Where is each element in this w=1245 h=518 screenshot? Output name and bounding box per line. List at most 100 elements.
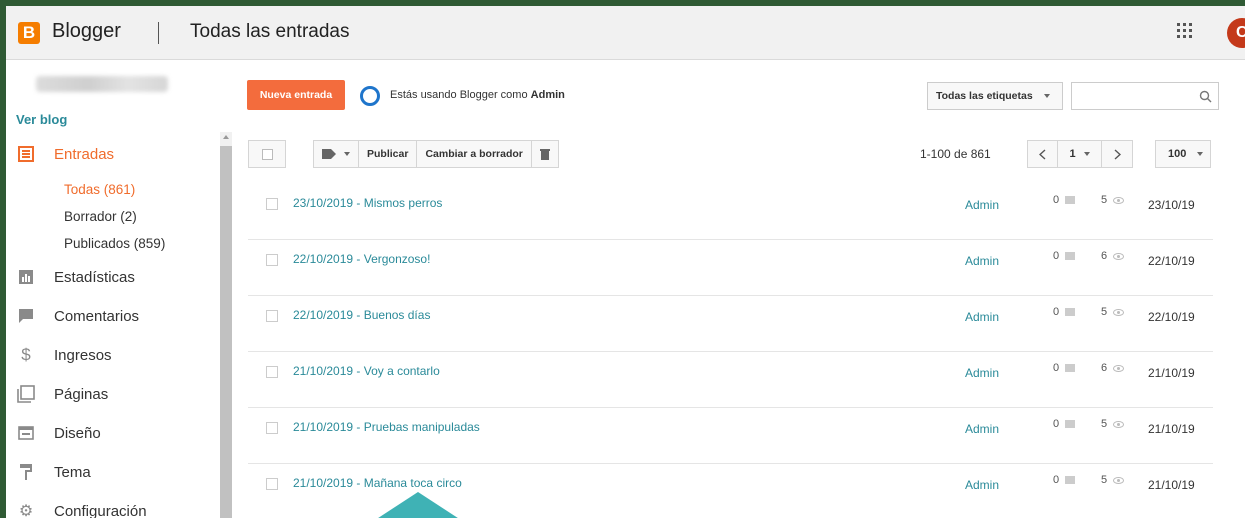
- comment-count: 0: [1053, 250, 1076, 262]
- sidebar-item-layout[interactable]: Diseño: [16, 421, 216, 445]
- post-title-link[interactable]: 22/10/2019 - Buenos días: [293, 308, 430, 322]
- trash-icon: [539, 149, 550, 160]
- publish-button[interactable]: Publicar: [359, 141, 418, 167]
- checkbox-box: [262, 149, 273, 160]
- blogger-logo-icon[interactable]: B: [18, 22, 40, 44]
- post-title-link[interactable]: 21/10/2019 - Mañana toca circo: [293, 476, 462, 490]
- row-checkbox[interactable]: [266, 422, 278, 434]
- tag-icon: [322, 149, 336, 159]
- post-author-link[interactable]: Admin: [965, 310, 999, 324]
- view-count-value: 5: [1101, 474, 1108, 486]
- eye-icon: [1113, 420, 1125, 428]
- sidebar-item-pages[interactable]: Páginas: [16, 382, 216, 406]
- post-title-link[interactable]: 21/10/2019 - Pruebas manipuladas: [293, 420, 480, 434]
- labels-filter-dropdown[interactable]: Todas las etiquetas: [927, 82, 1063, 110]
- post-title-link[interactable]: 21/10/2019 - Voy a contarlo: [293, 364, 440, 378]
- labels-filter-label: Todas las etiquetas: [936, 90, 1033, 102]
- next-page-button[interactable]: [1102, 141, 1132, 167]
- sidebar-subitem-all[interactable]: Todas (861): [64, 182, 135, 197]
- sidebar-item-earnings[interactable]: $ Ingresos: [16, 343, 216, 367]
- post-author-link[interactable]: Admin: [965, 366, 999, 380]
- admin-note-text: Estás usando Blogger como: [390, 89, 528, 101]
- chevron-down-icon: [1043, 94, 1050, 99]
- search-icon[interactable]: [1199, 90, 1212, 103]
- post-author-link[interactable]: Admin: [965, 422, 999, 436]
- view-count-value: 6: [1101, 250, 1108, 262]
- stats-icon: [16, 268, 36, 286]
- row-checkbox[interactable]: [266, 478, 278, 490]
- sidebar-subitem-published[interactable]: Publicados (859): [64, 236, 165, 251]
- pagination-control: 1: [1027, 140, 1133, 168]
- per-page-value: 100: [1168, 148, 1187, 160]
- post-date: 21/10/19: [1148, 422, 1195, 436]
- sidebar-item-label: Tema: [54, 463, 91, 481]
- post-author-link[interactable]: Admin: [965, 254, 999, 268]
- comment-count: 0: [1053, 362, 1076, 374]
- brand-name[interactable]: Blogger: [52, 20, 121, 43]
- post-title-link[interactable]: 23/10/2019 - Mismos perros: [293, 196, 442, 210]
- list-item[interactable]: 22/10/2019 - Vergonzoso! Admin 0 6 22/10…: [248, 240, 1213, 296]
- list-item[interactable]: 21/10/2019 - Pruebas manipuladas Admin 0…: [248, 408, 1213, 464]
- view-blog-link[interactable]: Ver blog: [16, 112, 67, 127]
- sidebar-scrollbar-thumb[interactable]: [220, 146, 232, 518]
- apps-grid-icon[interactable]: [1177, 23, 1193, 39]
- view-count-value: 5: [1101, 418, 1108, 430]
- sidebar: Ver blog Entradas Todas (861) Borrador (…: [6, 60, 218, 518]
- list-item[interactable]: 23/10/2019 - Mismos perros Admin 0 5 23/…: [248, 184, 1213, 240]
- delete-button[interactable]: [532, 141, 558, 167]
- sidebar-item-comments[interactable]: Comentarios: [16, 304, 216, 328]
- sidebar-item-label: Estadísticas: [54, 268, 135, 286]
- sidebar-item-stats[interactable]: Estadísticas: [16, 265, 216, 289]
- scroll-up-arrow-icon[interactable]: [223, 135, 229, 139]
- row-checkbox[interactable]: [266, 254, 278, 266]
- comment-count-value: 0: [1053, 194, 1060, 206]
- sidebar-subitem-draft[interactable]: Borrador (2): [64, 209, 137, 224]
- eye-icon: [1113, 252, 1125, 260]
- comment-icon: [1065, 476, 1076, 484]
- chevron-down-icon: [1083, 152, 1090, 156]
- post-title-link[interactable]: 22/10/2019 - Vergonzoso!: [293, 252, 430, 266]
- avatar[interactable]: C: [1227, 18, 1245, 48]
- new-post-button[interactable]: Nueva entrada: [247, 80, 345, 110]
- admin-note: Estás usando Blogger como Admin: [390, 89, 565, 101]
- admin-role: Admin: [530, 89, 565, 101]
- row-checkbox[interactable]: [266, 198, 278, 210]
- admin-status-icon: [360, 86, 380, 106]
- comments-icon: [16, 307, 36, 325]
- sidebar-item-settings[interactable]: ⚙ Configuración: [16, 499, 216, 518]
- list-item[interactable]: 22/10/2019 - Buenos días Admin 0 5 22/10…: [248, 296, 1213, 352]
- row-checkbox[interactable]: [266, 310, 278, 322]
- per-page-dropdown[interactable]: 100: [1155, 140, 1211, 168]
- post-date: 21/10/19: [1148, 366, 1195, 380]
- eye-icon: [1113, 308, 1125, 316]
- blogger-window: B Blogger Todas las entradas C Ver blog …: [6, 6, 1245, 518]
- view-count: 5: [1101, 194, 1125, 206]
- post-author-link[interactable]: Admin: [965, 478, 999, 492]
- comment-count-value: 0: [1053, 474, 1060, 486]
- paint-roller-icon: [16, 463, 36, 481]
- pagination-range: 1-100 de 861: [920, 147, 991, 161]
- comment-icon: [1065, 196, 1076, 204]
- label-dropdown-button[interactable]: [314, 141, 359, 167]
- prev-page-button[interactable]: [1028, 141, 1058, 167]
- page-select-dropdown[interactable]: 1: [1058, 141, 1102, 167]
- sidebar-item-theme[interactable]: Tema: [16, 460, 216, 484]
- sidebar-item-label: Diseño: [54, 424, 101, 442]
- eye-icon: [1113, 196, 1125, 204]
- revert-to-draft-button[interactable]: Cambiar a borrador: [417, 141, 532, 167]
- search-input[interactable]: [1071, 82, 1219, 110]
- select-all-checkbox[interactable]: [248, 140, 286, 168]
- chevron-down-icon: [1197, 152, 1204, 157]
- comment-icon: [1065, 308, 1076, 316]
- dollar-icon: $: [21, 345, 31, 364]
- posts-icon: [16, 145, 36, 163]
- sidebar-item-posts[interactable]: Entradas: [16, 142, 216, 166]
- blog-name-blurred[interactable]: [36, 76, 168, 92]
- row-checkbox[interactable]: [266, 366, 278, 378]
- sidebar-item-label: Páginas: [54, 385, 109, 403]
- post-date: 23/10/19: [1148, 198, 1195, 212]
- post-author-link[interactable]: Admin: [965, 198, 999, 212]
- view-count-value: 6: [1101, 362, 1108, 374]
- list-item[interactable]: 21/10/2019 - Voy a contarlo Admin 0 6 21…: [248, 352, 1213, 408]
- comment-count: 0: [1053, 474, 1076, 486]
